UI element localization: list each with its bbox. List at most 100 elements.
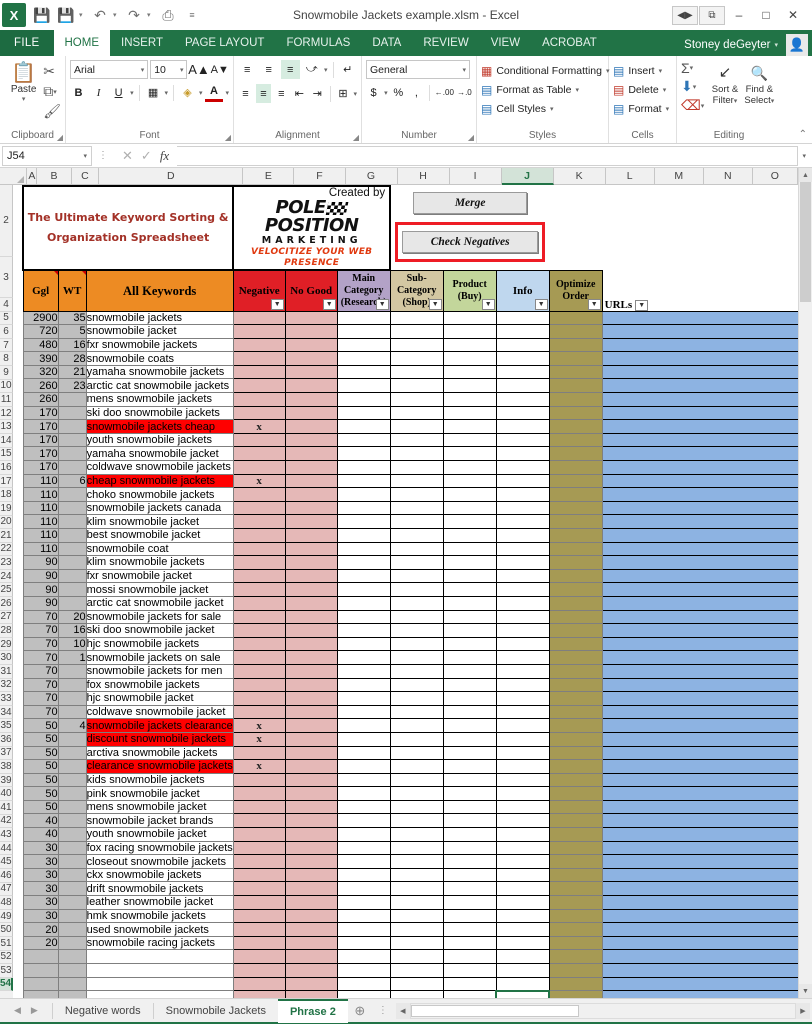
cell-negative[interactable] — [232, 364, 286, 380]
redo-icon[interactable]: ↷ — [123, 4, 145, 26]
cell-main-category[interactable] — [336, 446, 391, 462]
cell-ggl[interactable]: 260 — [22, 378, 59, 394]
cell-main-category[interactable] — [336, 623, 391, 638]
orientation-caret-icon[interactable]: ▾ — [324, 66, 328, 74]
cell-ggl[interactable]: 20 — [22, 922, 59, 937]
hscroll-track[interactable] — [409, 1002, 796, 1019]
cell-info[interactable] — [495, 541, 550, 557]
cell-no-good[interactable] — [284, 609, 338, 625]
cell-main-category[interactable] — [336, 419, 391, 434]
filter-dropdown-info[interactable]: ▼ — [534, 298, 548, 310]
table-row[interactable]: 260 23 arctic cat snowmobile jackets — [13, 378, 798, 394]
spacer-cell-A[interactable] — [13, 882, 23, 896]
cell-main-category[interactable] — [336, 324, 391, 339]
table-row[interactable]: 30 drift snowmobile jackets — [13, 881, 798, 897]
cell-product[interactable] — [442, 990, 497, 998]
row-header-25[interactable]: 25 — [0, 583, 14, 598]
cell-ggl[interactable]: 30 — [22, 908, 59, 924]
cell-ggl[interactable]: 30 — [22, 854, 59, 869]
cell-info[interactable] — [495, 487, 550, 502]
cell-sub-category[interactable] — [389, 786, 444, 801]
fill-color-caret-icon[interactable]: ▾ — [199, 89, 203, 97]
currency-icon[interactable]: $ — [366, 83, 381, 102]
cell-main-category[interactable] — [336, 500, 391, 516]
cell-product[interactable] — [442, 691, 497, 706]
cell-main-category[interactable] — [336, 867, 391, 883]
cell-optimize-order[interactable] — [548, 446, 603, 462]
cell-ggl[interactable]: 50 — [22, 786, 59, 801]
hscroll-left-button[interactable]: ◀ — [395, 1002, 410, 1019]
cell-optimize-order[interactable] — [548, 976, 603, 992]
row-header-29[interactable]: 29 — [0, 637, 14, 652]
spacer-cell-A[interactable] — [13, 610, 23, 624]
cell-product[interactable] — [442, 854, 497, 869]
cell-urls[interactable] — [601, 378, 798, 394]
spacer-cell-A[interactable] — [13, 365, 23, 379]
cell-info[interactable] — [495, 663, 550, 679]
cell-keyword[interactable]: snowmobile racing jackets — [85, 935, 234, 951]
cell-ggl[interactable]: 50 — [22, 718, 59, 733]
undo-icon[interactable]: ↶ — [89, 4, 111, 26]
underline-button[interactable]: U — [110, 83, 127, 102]
cell-wt[interactable]: 1 — [57, 650, 87, 665]
cell-wt[interactable] — [57, 514, 87, 529]
cell-no-good[interactable] — [284, 935, 338, 951]
cell-negative[interactable] — [232, 650, 286, 665]
cell-ggl[interactable]: 70 — [22, 636, 59, 652]
cell-urls[interactable] — [601, 677, 798, 693]
cell-sub-category[interactable] — [389, 759, 444, 774]
cell-no-good[interactable] — [284, 555, 338, 570]
cell-main-category[interactable] — [336, 460, 391, 475]
cell-main-category[interactable] — [336, 310, 391, 326]
cell-product[interactable] — [442, 351, 497, 366]
cell-keyword[interactable]: klim snowmobile jackets — [85, 555, 234, 570]
cell-wt[interactable] — [57, 813, 87, 829]
cell-no-good[interactable] — [284, 582, 338, 597]
cell-product[interactable] — [442, 827, 497, 842]
table-row[interactable]: 90 fxr snowmobile jacket — [13, 568, 798, 584]
cell-sub-category[interactable] — [389, 473, 444, 489]
cell-no-good[interactable] — [284, 351, 338, 366]
number-format-combo[interactable]: General ▾ — [366, 60, 470, 79]
cell-optimize-order[interactable] — [548, 827, 603, 842]
spacer-cell-A[interactable] — [13, 488, 23, 502]
cell-negative[interactable] — [232, 963, 286, 978]
cell-main-category[interactable] — [336, 990, 391, 998]
cell-negative[interactable] — [232, 677, 286, 693]
cell-urls[interactable] — [601, 745, 798, 761]
cell-info[interactable] — [495, 446, 550, 462]
cell-info[interactable] — [495, 935, 550, 951]
close-button[interactable]: ✕ — [780, 4, 806, 26]
borders-caret-icon[interactable]: ▾ — [165, 89, 169, 97]
cell-wt[interactable] — [57, 595, 87, 611]
cell-keyword[interactable]: youth snowmobile jacket — [85, 827, 234, 842]
row-header-43[interactable]: 43 — [0, 828, 14, 842]
cell-urls[interactable] — [601, 650, 798, 665]
cell-ggl[interactable]: 70 — [22, 677, 59, 693]
cell-info[interactable] — [495, 963, 550, 978]
cell-info[interactable] — [495, 731, 550, 747]
cell-keyword[interactable]: mossi snowmobile jacket — [85, 582, 234, 597]
column-header-D[interactable]: D — [99, 168, 244, 185]
cell-keyword[interactable]: drift snowmobile jackets — [85, 881, 234, 897]
cell-sub-category[interactable] — [389, 460, 444, 475]
spacer-cell-A[interactable] — [13, 338, 23, 352]
spacer-cell-A[interactable] — [13, 977, 23, 991]
cell-ggl[interactable]: 170 — [22, 460, 59, 475]
cell-product[interactable] — [442, 473, 497, 489]
row-header-10[interactable]: 10 — [0, 379, 14, 394]
cell-product[interactable] — [442, 364, 497, 380]
cell-urls[interactable] — [601, 799, 798, 815]
cell-keyword[interactable]: mens snowmobile jacket — [85, 799, 234, 815]
cell-optimize-order[interactable] — [548, 514, 603, 529]
cell-sub-category[interactable] — [389, 813, 444, 829]
cell-wt[interactable] — [57, 568, 87, 584]
confirm-edit-icon[interactable]: ✓ — [141, 148, 152, 164]
table-row[interactable]: 50 4 snowmobile jackets clearance x — [13, 718, 798, 733]
cell-product[interactable] — [442, 528, 497, 543]
sheet-tab-phrase-2[interactable]: Phrase 2 — [277, 998, 348, 1023]
cell-urls[interactable] — [601, 786, 798, 801]
cell-urls[interactable] — [601, 595, 798, 611]
cell-ggl[interactable]: 110 — [22, 541, 59, 557]
cell-urls[interactable] — [601, 867, 798, 883]
